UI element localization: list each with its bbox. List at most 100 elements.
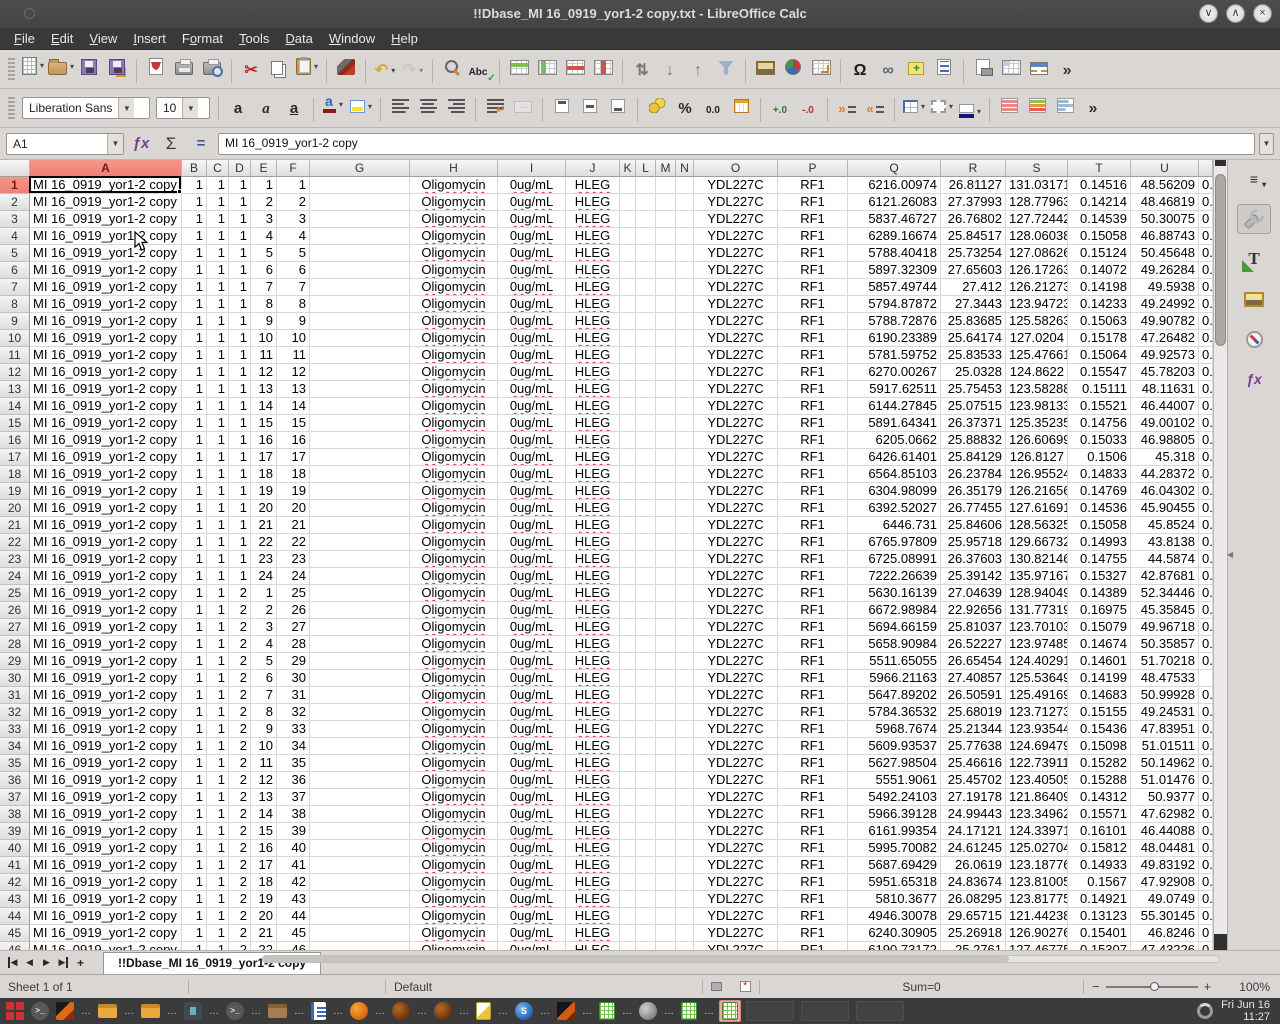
cell-T2[interactable]: 0.14214 xyxy=(1068,194,1131,211)
cell-G15[interactable] xyxy=(310,415,410,432)
cell-J1[interactable]: HLEG xyxy=(566,177,620,194)
cell-V36[interactable]: 0. xyxy=(1199,772,1213,789)
cell-D27[interactable]: 2 xyxy=(229,619,251,636)
column-header-V[interactable] xyxy=(1199,160,1213,177)
cell-O19[interactable]: YDL227C xyxy=(694,483,778,500)
cell-I17[interactable]: 0ug/mL xyxy=(498,449,566,466)
cell-S33[interactable]: 123.93544 xyxy=(1006,721,1068,738)
cell-B9[interactable]: 1 xyxy=(182,313,207,330)
cell-N16[interactable] xyxy=(676,432,694,449)
cell-A26[interactable]: MI 16_0919_yor1-2 copy xyxy=(30,602,182,619)
cell-M9[interactable] xyxy=(656,313,676,330)
cell-J38[interactable]: HLEG xyxy=(566,806,620,823)
cell-U15[interactable]: 49.00102 xyxy=(1131,415,1199,432)
cell-O43[interactable]: YDL227C xyxy=(694,891,778,908)
align-left-button[interactable] xyxy=(387,91,413,121)
cell-J42[interactable]: HLEG xyxy=(566,874,620,891)
chevron-down-icon[interactable]: ▼ xyxy=(118,98,134,118)
cell-O14[interactable]: YDL227C xyxy=(694,398,778,415)
cell-B3[interactable]: 1 xyxy=(182,211,207,228)
cell-K29[interactable] xyxy=(620,653,636,670)
cell-Q12[interactable]: 6270.00267 xyxy=(848,364,941,381)
cell-F14[interactable]: 14 xyxy=(277,398,310,415)
cell-M30[interactable] xyxy=(656,670,676,687)
cell-F11[interactable]: 11 xyxy=(277,347,310,364)
cell-B38[interactable]: 1 xyxy=(182,806,207,823)
cell-I41[interactable]: 0ug/mL xyxy=(498,857,566,874)
cell-J25[interactable]: HLEG xyxy=(566,585,620,602)
cell-K4[interactable] xyxy=(620,228,636,245)
cell-H35[interactable]: Oligomycin xyxy=(410,755,498,772)
cell-K27[interactable] xyxy=(620,619,636,636)
row-header-36[interactable]: 36 xyxy=(0,772,30,789)
cell-O34[interactable]: YDL227C xyxy=(694,738,778,755)
cell-N33[interactable] xyxy=(676,721,694,738)
cell-C23[interactable]: 1 xyxy=(207,551,229,568)
cell-M19[interactable] xyxy=(656,483,676,500)
cell-H13[interactable]: Oligomycin xyxy=(410,381,498,398)
cell-I30[interactable]: 0ug/mL xyxy=(498,670,566,687)
column-header-O[interactable]: O xyxy=(694,160,778,177)
cell-F24[interactable]: 24 xyxy=(277,568,310,585)
cell-A30[interactable]: MI 16_0919_yor1-2 copy xyxy=(30,670,182,687)
function-wizard-button[interactable]: ƒx xyxy=(128,131,154,157)
cell-J23[interactable]: HLEG xyxy=(566,551,620,568)
cell-E26[interactable]: 2 xyxy=(251,602,277,619)
cell-E41[interactable]: 17 xyxy=(251,857,277,874)
cell-I21[interactable]: 0ug/mL xyxy=(498,517,566,534)
cell-T29[interactable]: 0.14601 xyxy=(1068,653,1131,670)
cell-K11[interactable] xyxy=(620,347,636,364)
cell-E45[interactable]: 21 xyxy=(251,925,277,942)
cell-P32[interactable]: RF1 xyxy=(778,704,848,721)
freeze-panes-button[interactable] xyxy=(998,52,1024,82)
cell-S32[interactable]: 123.71273 xyxy=(1006,704,1068,721)
zoom-slider[interactable]: − + xyxy=(1092,979,1232,994)
cell-F41[interactable]: 41 xyxy=(277,857,310,874)
cell-F43[interactable]: 43 xyxy=(277,891,310,908)
cell-U26[interactable]: 45.35845 xyxy=(1131,602,1199,619)
cell-I46[interactable]: 0ug/mL xyxy=(498,942,566,950)
cell-H9[interactable]: Oligomycin xyxy=(410,313,498,330)
row-header-18[interactable]: 18 xyxy=(0,466,30,483)
cell-Q13[interactable]: 5917.62511 xyxy=(848,381,941,398)
cell-L37[interactable] xyxy=(636,789,656,806)
row-header-43[interactable]: 43 xyxy=(0,891,30,908)
cell-P30[interactable]: RF1 xyxy=(778,670,848,687)
cell-B21[interactable]: 1 xyxy=(182,517,207,534)
cell-K43[interactable] xyxy=(620,891,636,908)
cell-D2[interactable]: 1 xyxy=(229,194,251,211)
cell-Q25[interactable]: 5630.16139 xyxy=(848,585,941,602)
cell-N40[interactable] xyxy=(676,840,694,857)
app-sphere-blue-button[interactable]: S xyxy=(513,1000,535,1022)
cell-E27[interactable]: 3 xyxy=(251,619,277,636)
cell-B37[interactable]: 1 xyxy=(182,789,207,806)
sidebar-collapse-icon[interactable]: ◀ xyxy=(1227,550,1233,559)
cell-Q36[interactable]: 5551.9061 xyxy=(848,772,941,789)
cell-L17[interactable] xyxy=(636,449,656,466)
cell-R22[interactable]: 25.95718 xyxy=(941,534,1006,551)
row-header-20[interactable]: 20 xyxy=(0,500,30,517)
column-header-K[interactable]: K xyxy=(620,160,636,177)
cell-A27[interactable]: MI 16_0919_yor1-2 copy xyxy=(30,619,182,636)
cell-E28[interactable]: 4 xyxy=(251,636,277,653)
row-header-16[interactable]: 16 xyxy=(0,432,30,449)
cell-P6[interactable]: RF1 xyxy=(778,262,848,279)
sum-button[interactable]: Σ xyxy=(158,131,184,157)
cell-K31[interactable] xyxy=(620,687,636,704)
sort-descending-button[interactable]: ↓ xyxy=(657,56,683,86)
cell-K7[interactable] xyxy=(620,279,636,296)
borders-dropdown[interactable]: ▾ xyxy=(921,102,925,111)
cell-E38[interactable]: 14 xyxy=(251,806,277,823)
cell-J32[interactable]: HLEG xyxy=(566,704,620,721)
close-button[interactable]: × xyxy=(1253,4,1272,23)
cell-E35[interactable]: 11 xyxy=(251,755,277,772)
cell-O38[interactable]: YDL227C xyxy=(694,806,778,823)
cell-E44[interactable]: 20 xyxy=(251,908,277,925)
conditional-icon-set-button[interactable] xyxy=(1052,91,1078,121)
cell-H11[interactable]: Oligomycin xyxy=(410,347,498,364)
cell-R37[interactable]: 27.19178 xyxy=(941,789,1006,806)
cell-J2[interactable]: HLEG xyxy=(566,194,620,211)
cell-A25[interactable]: MI 16_0919_yor1-2 copy xyxy=(30,585,182,602)
cell-F45[interactable]: 45 xyxy=(277,925,310,942)
cell-V5[interactable]: 0. xyxy=(1199,245,1213,262)
